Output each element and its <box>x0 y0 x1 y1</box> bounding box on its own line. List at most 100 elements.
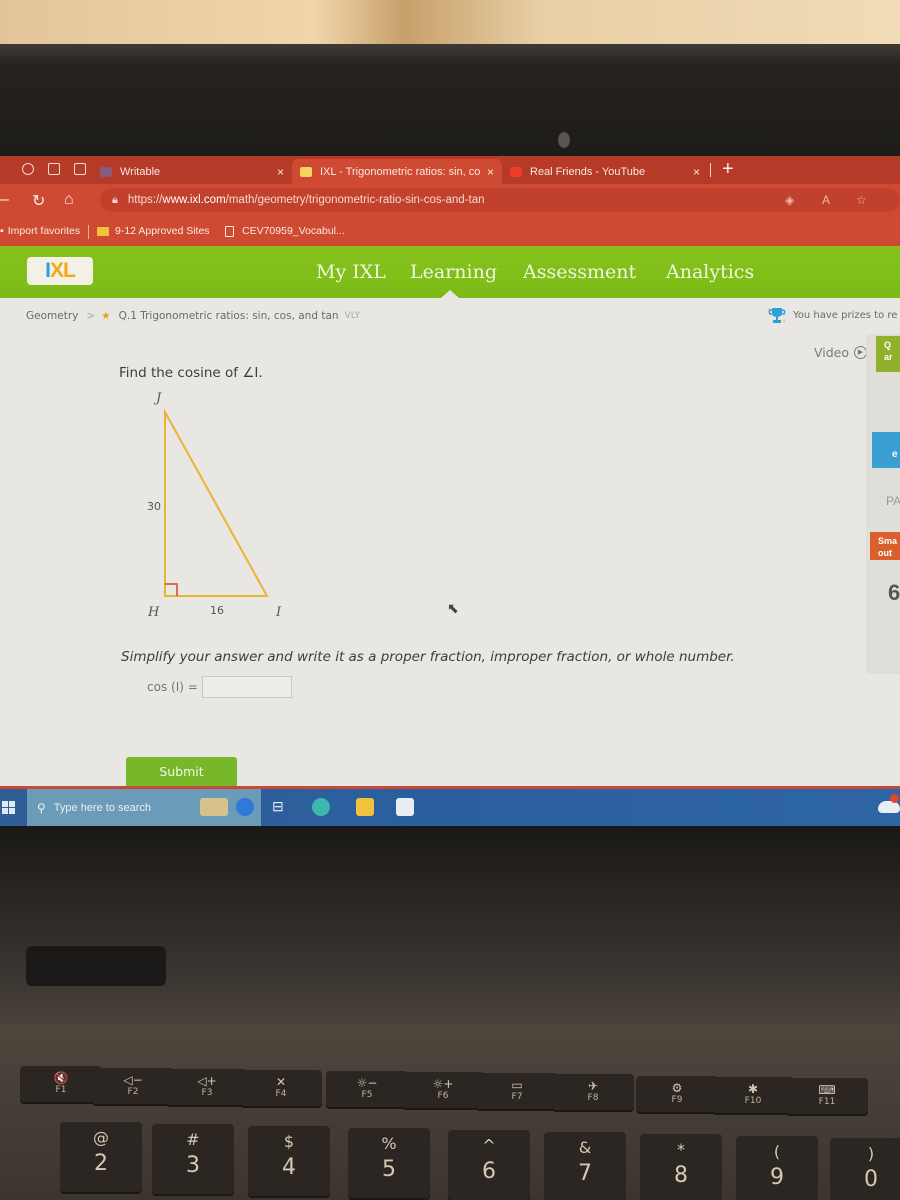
back-icon[interactable]: – <box>0 191 9 209</box>
side-label-hi: 16 <box>210 604 224 617</box>
video-link[interactable]: Video ▶ <box>814 345 868 360</box>
copilot-icon[interactable] <box>236 798 254 816</box>
key-shift-char: @ <box>93 1128 109 1147</box>
home-icon[interactable]: ⌂ <box>64 191 74 209</box>
key-6[interactable]: ^ 6 <box>448 1130 530 1200</box>
key-f3[interactable]: ◁+ F3 <box>166 1069 248 1105</box>
url-field[interactable]: 🔒︎ https://www.ixl.com/math/geometry/tri… <box>100 188 900 212</box>
key-8[interactable]: * 8 <box>640 1134 722 1200</box>
shopping-tag-icon[interactable]: ◈ <box>785 193 794 207</box>
start-button[interactable] <box>0 789 26 826</box>
favorite-label: CEV70959_Vocabul... <box>242 225 345 237</box>
cosine-answer-input[interactable] <box>201 676 292 698</box>
prizes-notice[interactable]: ✦ ✦ You have prizes to re <box>767 306 897 324</box>
key-f8[interactable]: ✈ F8 <box>552 1074 634 1110</box>
key-glyph: ✕ <box>275 1075 287 1089</box>
key-f11[interactable]: ⌨ F11 <box>786 1078 868 1114</box>
search-highlight-icon[interactable] <box>200 798 228 816</box>
file-explorer-icon[interactable] <box>356 798 374 816</box>
close-tab-icon[interactable]: × <box>277 165 284 179</box>
url-path: /math/geometry/trigonometric-ratio-sin-c… <box>225 194 485 206</box>
side-panel-pa-text: PA <box>886 494 900 508</box>
favorite-approved-sites[interactable]: 9-12 Approved Sites <box>97 225 210 237</box>
profile-icon[interactable] <box>22 163 34 175</box>
favorite-star-icon[interactable]: ☆ <box>856 193 867 207</box>
key-f4[interactable]: ✕ F4 <box>240 1070 322 1106</box>
youtube-favicon <box>510 166 522 177</box>
key-char: 7 <box>578 1161 592 1186</box>
tab-youtube[interactable]: Real Friends - YouTube × <box>502 159 708 184</box>
edge-icon[interactable] <box>312 798 330 816</box>
task-view-icon[interactable]: ⊟ <box>272 798 290 816</box>
laptop-keyboard: 🔇 F1 ◁− F2 ◁+ F3 ✕ F4 ☼− F5 ☼+ F6 ▭ F7 ✈ F8 ⚙ F9 … <box>0 1026 900 1200</box>
tab-actions-icon[interactable] <box>74 163 86 175</box>
tab-writable[interactable]: Writable × <box>92 159 292 184</box>
store-icon[interactable] <box>396 798 414 816</box>
vertex-label-i: I <box>275 605 282 620</box>
key-char: 2 <box>94 1151 108 1176</box>
key-9[interactable]: (9 <box>736 1136 818 1200</box>
vertex-label-h: H <box>147 605 160 620</box>
submit-button[interactable]: Submit <box>126 757 237 787</box>
question-prompt: Find the cosine of ∠I. <box>119 365 263 381</box>
breadcrumb: Geometry > ★ Q.1 Trigonometric ratios: s… <box>26 310 360 322</box>
ixl-header: IXL My IXL Learning Assessment Analytics <box>0 246 900 298</box>
nav-learning[interactable]: Learning <box>410 261 497 283</box>
tab-ixl[interactable]: IXL - Trigonometric ratios: sin, co × <box>292 159 502 184</box>
key-f7[interactable]: ▭ F7 <box>476 1073 558 1109</box>
triangle-diagram: J 30 16 H I <box>147 391 282 620</box>
side-panel-blue-card[interactable]: e <box>872 432 900 468</box>
side-label-jh: 30 <box>147 500 161 513</box>
favorite-import[interactable]: ▪ Import favorites <box>0 225 80 237</box>
tab-separator <box>710 163 711 177</box>
key-char: 8 <box>674 1163 688 1188</box>
key-label: F2 <box>127 1087 139 1097</box>
key-shift-char: ^ <box>482 1136 496 1155</box>
key-shift-char: & <box>578 1138 592 1157</box>
key-f10[interactable]: ✱ F10 <box>712 1077 794 1113</box>
key-5[interactable]: % 5 <box>348 1128 430 1198</box>
key-2[interactable]: @2 <box>60 1122 142 1192</box>
key-f5[interactable]: ☼− F5 <box>326 1071 408 1107</box>
key-shift-char: # <box>186 1130 200 1149</box>
key-f1[interactable]: 🔇 F1 <box>20 1066 102 1102</box>
favorite-label: 9-12 Approved Sites <box>115 225 210 237</box>
nav-analytics[interactable]: Analytics <box>666 261 754 283</box>
windows-taskbar: ⚲ Type here to search ⊟ <box>0 789 900 826</box>
tab-label: Writable <box>120 165 161 178</box>
key-shift-char: ( <box>773 1142 781 1161</box>
address-bar-row: – ↻ ⌂ 🔒︎ https://www.ixl.com/math/geomet… <box>0 184 900 216</box>
favorites-separator <box>88 225 89 239</box>
logo-letter: L <box>63 259 76 282</box>
onedrive-cloud-icon[interactable] <box>878 801 900 813</box>
key-4[interactable]: $4 <box>248 1126 330 1196</box>
key-label: F5 <box>361 1090 373 1100</box>
breadcrumb-geometry[interactable]: Geometry <box>26 310 78 322</box>
key-label: F9 <box>671 1095 683 1105</box>
key-7[interactable]: & 7 <box>544 1132 626 1200</box>
browser-tab-strip: Writable × IXL - Trigonometric ratios: s… <box>0 156 900 184</box>
read-aloud-icon[interactable]: A <box>822 193 830 207</box>
instruction-text: Simplify your answer and write it as a p… <box>121 649 735 665</box>
key-label: F6 <box>437 1091 449 1101</box>
key-3[interactable]: #3 <box>152 1124 234 1194</box>
key-f9[interactable]: ⚙ F9 <box>636 1076 718 1112</box>
close-tab-icon[interactable]: × <box>693 165 700 179</box>
new-tab-button[interactable]: + <box>722 158 734 181</box>
nav-assessment[interactable]: Assessment <box>523 261 636 283</box>
side-panel-green-card[interactable]: Qar <box>876 336 900 372</box>
refresh-icon[interactable]: ↻ <box>32 191 45 211</box>
search-placeholder: Type here to search <box>53 801 152 814</box>
close-tab-icon[interactable]: × <box>487 165 494 179</box>
workspaces-icon[interactable] <box>48 163 60 175</box>
key-0[interactable]: ) 0 <box>830 1138 900 1200</box>
import-icon: ▪ <box>0 225 4 237</box>
favorite-vocabulary[interactable]: CEV70959_Vocabul... <box>225 225 345 237</box>
tab-label: IXL - Trigonometric ratios: sin, co <box>320 165 481 178</box>
laptop-hinge <box>26 946 166 986</box>
prizes-text: You have prizes to re <box>793 309 898 321</box>
key-f2[interactable]: ◁− F2 <box>92 1068 174 1104</box>
nav-my-ixl[interactable]: My IXL <box>316 261 386 283</box>
ixl-logo[interactable]: IXL <box>27 257 93 285</box>
key-f6[interactable]: ☼+ F6 <box>402 1072 484 1108</box>
